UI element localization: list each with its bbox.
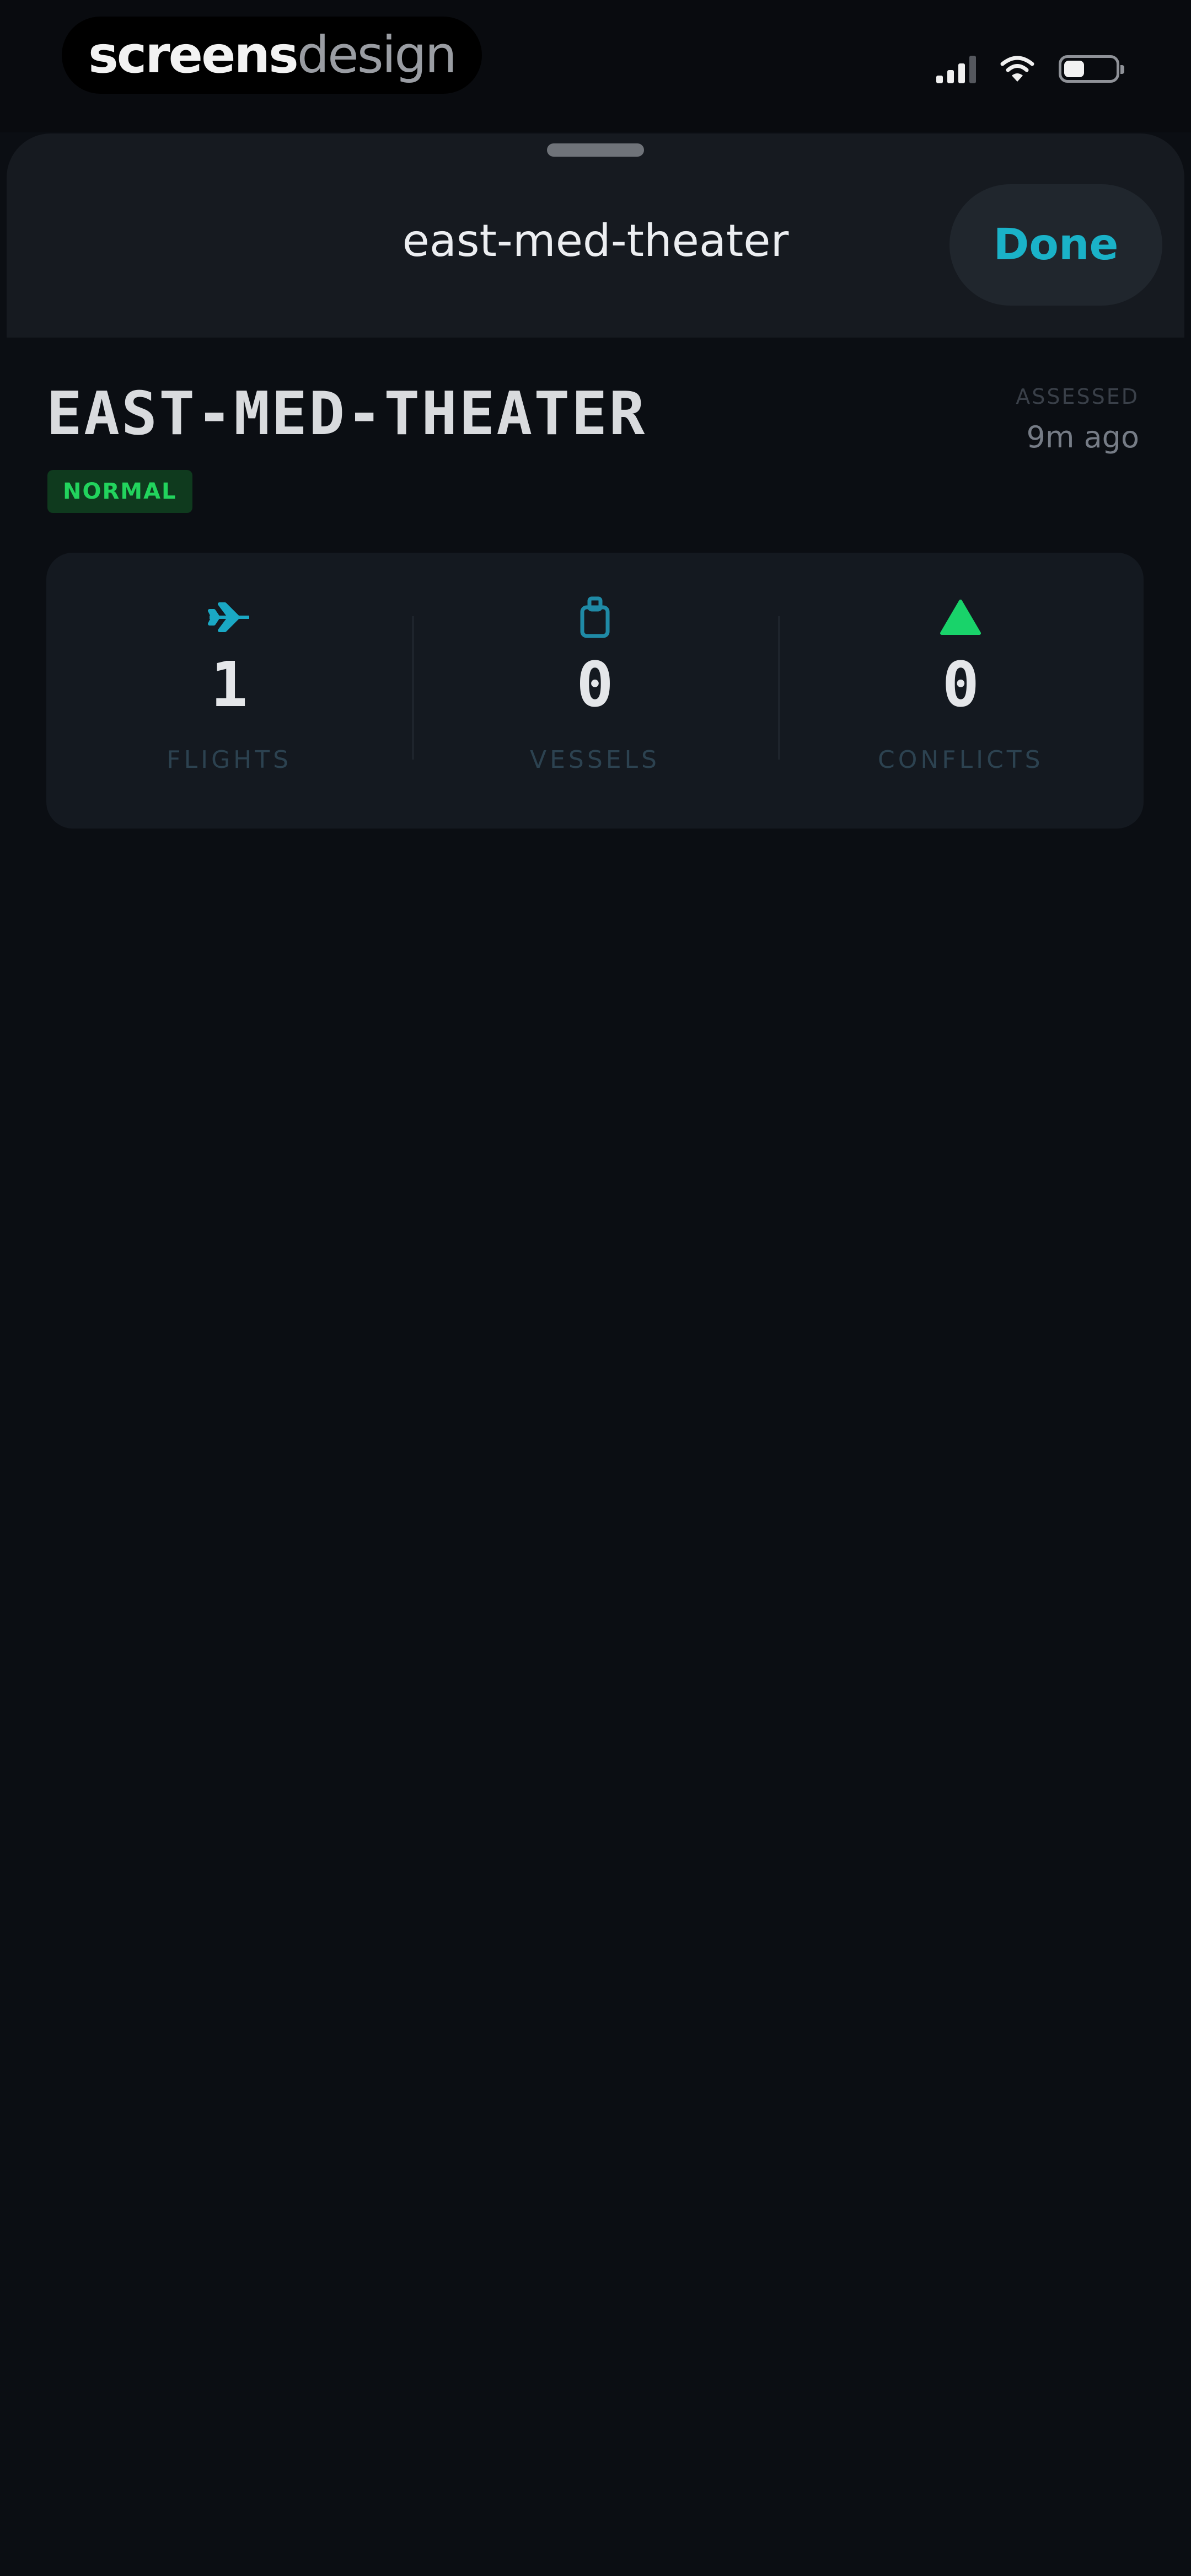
status-badge: NORMAL xyxy=(47,470,192,513)
battery-icon xyxy=(1059,55,1124,83)
done-button[interactable]: Done xyxy=(949,184,1162,306)
stat-flights: 1 FLIGHTS xyxy=(46,553,412,829)
watermark-bold-text: screens xyxy=(88,25,299,84)
airplane-icon xyxy=(205,592,254,642)
watermark-light-text: design xyxy=(297,25,457,84)
stat-vessels: 0 VESSELS xyxy=(412,553,777,829)
assessed-label: ASSESSED xyxy=(1016,384,1139,409)
vessels-count: 0 xyxy=(576,649,614,721)
conflict-triangle-icon xyxy=(936,592,985,642)
theater-detail-sheet: east-med-theater Done EAST-MED-THEATER N… xyxy=(7,133,1184,2576)
sheet-grabber-handle[interactable] xyxy=(547,143,644,157)
assessed-info: ASSESSED 9m ago xyxy=(1016,386,1139,452)
stat-conflicts: 0 CONFLICTS xyxy=(777,553,1144,829)
battery-level xyxy=(1064,61,1084,77)
stats-card: 1 FLIGHTS 0 VESSELS 0 CONFLICTS xyxy=(46,553,1144,829)
vessels-label: VESSELS xyxy=(529,746,660,774)
screensdesign-watermark: screens design xyxy=(62,17,482,94)
status-icons xyxy=(936,50,1124,88)
vessel-icon xyxy=(570,592,620,642)
conflicts-label: CONFLICTS xyxy=(878,746,1044,774)
sheet-header: east-med-theater Done xyxy=(7,133,1184,338)
conflicts-count: 0 xyxy=(942,649,980,721)
status-bar: screens design xyxy=(0,0,1191,132)
assessed-time: 9m ago xyxy=(1026,420,1139,455)
theater-name: EAST-MED-THEATER xyxy=(46,380,647,448)
wifi-icon xyxy=(1000,56,1034,82)
cellular-signal-icon xyxy=(936,55,976,83)
flights-count: 1 xyxy=(210,649,248,721)
flights-label: FLIGHTS xyxy=(167,746,292,774)
app-screen: screens design east-med-theater Done EAS… xyxy=(0,0,1191,2576)
